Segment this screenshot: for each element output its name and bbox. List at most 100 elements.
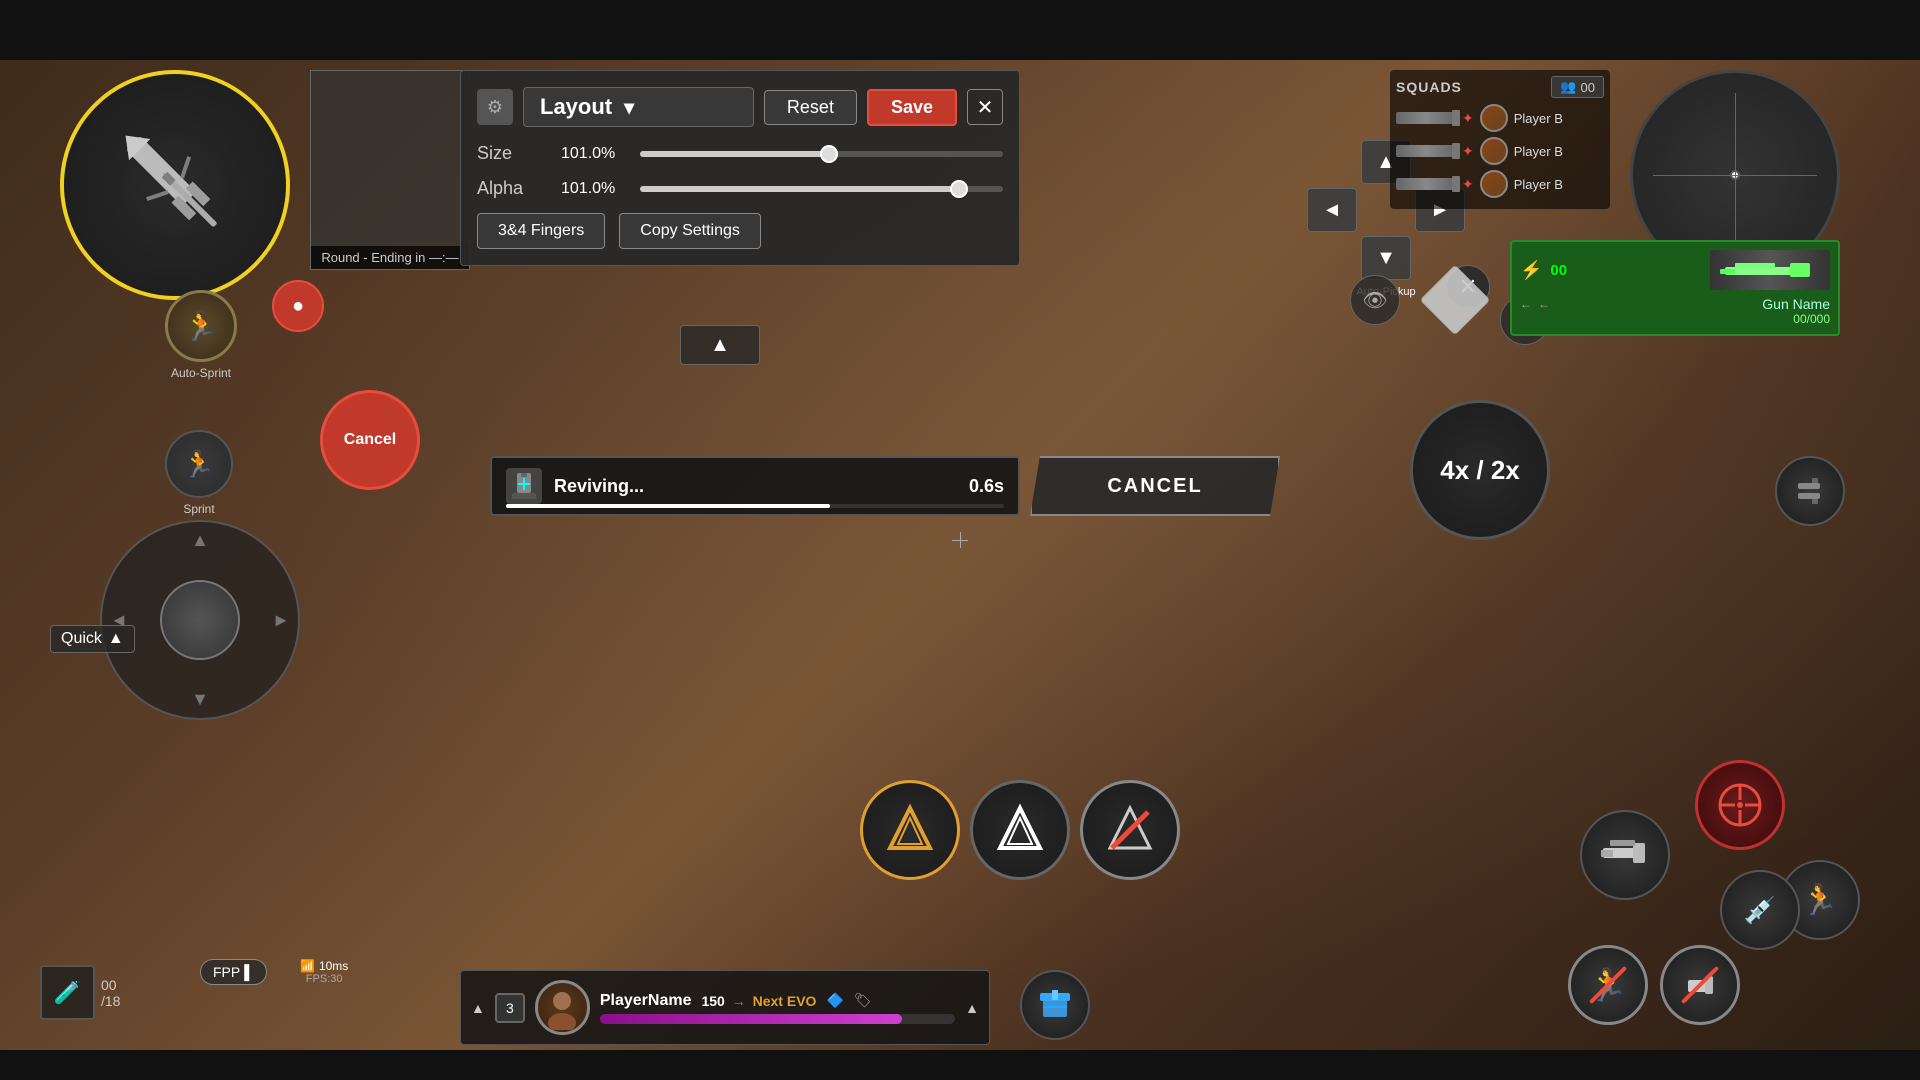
quick-up-icon: ▲ bbox=[108, 630, 124, 648]
apex-btn-2[interactable] bbox=[970, 780, 1070, 880]
squad-row-2: ✦ Player B bbox=[1396, 137, 1604, 165]
apex-btn-no[interactable] bbox=[1080, 780, 1180, 880]
quick-button[interactable]: Quick ▲ bbox=[50, 625, 135, 653]
cancel-game-button[interactable]: Cancel bbox=[320, 390, 420, 490]
revive-fill bbox=[506, 504, 830, 508]
size-slider[interactable] bbox=[640, 151, 1003, 157]
scope-multi-label: 4x / 2x bbox=[1440, 455, 1520, 486]
cancel-revive-label: CANCEL bbox=[1107, 475, 1202, 498]
joystick-area[interactable]: ◄ ► ▲ ▼ bbox=[100, 520, 300, 720]
evo-arrow: → bbox=[732, 993, 746, 1009]
alpha-fill bbox=[640, 186, 959, 192]
gun-display: ⚡ 00 ← ← Gun Name 00/000 bbox=[1510, 240, 1840, 336]
revive-bar: Reviving... 0.6s bbox=[490, 456, 1020, 516]
revive-icon bbox=[506, 468, 542, 504]
apex-buttons bbox=[860, 780, 1180, 880]
scope-multiplier[interactable]: 4x / 2x bbox=[1410, 400, 1550, 540]
action-btn-swap[interactable] bbox=[1775, 456, 1845, 526]
save-button[interactable]: Save bbox=[867, 89, 957, 126]
alpha-slider[interactable] bbox=[640, 186, 1003, 192]
size-label: Size bbox=[477, 143, 547, 164]
gun-display-header: ⚡ 00 bbox=[1520, 250, 1830, 290]
sprint-icon: 🏃 bbox=[184, 310, 219, 343]
supply-crate-button[interactable] bbox=[1020, 970, 1090, 1040]
cancel-revive-button[interactable]: CANCEL bbox=[1030, 456, 1280, 516]
preview-panel: Round - Ending in —:— bbox=[310, 70, 470, 270]
squad-name-1: Player B bbox=[1514, 111, 1563, 126]
size-slider-row: Size 101.0% bbox=[477, 143, 1003, 164]
squad-avatar-2 bbox=[1480, 137, 1508, 165]
fingers-button[interactable]: 3&4 Fingers bbox=[477, 213, 605, 249]
gun-name: Gun Name bbox=[1762, 296, 1830, 312]
auto-sprint-button[interactable]: 🏃 bbox=[165, 290, 237, 362]
round-ending-text: Round - Ending in —:— bbox=[311, 246, 469, 269]
cancel-label: Cancel bbox=[344, 431, 396, 449]
weapon-swap-button[interactable] bbox=[1580, 810, 1670, 900]
no-action-btn-2[interactable] bbox=[1660, 945, 1740, 1025]
red-crosshair-button[interactable] bbox=[1695, 760, 1785, 850]
sprint-label: Sprint bbox=[183, 502, 214, 516]
reset-button[interactable]: Reset bbox=[764, 90, 857, 125]
run-icon-2: 🏃 bbox=[1588, 966, 1628, 1004]
player-hp-fill bbox=[600, 1014, 902, 1024]
player-avatar bbox=[535, 980, 590, 1035]
alpha-value: 101.0% bbox=[561, 180, 626, 198]
no-action-buttons: 🏃 bbox=[1568, 945, 1740, 1025]
squads-icon: 👥 bbox=[1560, 79, 1576, 95]
sprint-icon-2: 🏃 bbox=[183, 449, 215, 480]
nav-down-button[interactable]: ▼ bbox=[1361, 236, 1411, 280]
top-bar bbox=[0, 0, 1920, 60]
layout-icon: ⚙ bbox=[477, 89, 513, 125]
layout-panel: ⚙ Layout ▾ Reset Save ✕ Size 101.0% Alph… bbox=[460, 70, 1020, 266]
nav-row-bottom: ▼ bbox=[1361, 236, 1411, 280]
eye-icon-glyph: 👁 bbox=[1362, 288, 1387, 313]
weapon-circle[interactable] bbox=[60, 70, 290, 300]
squads-count-value: 00 bbox=[1581, 80, 1595, 95]
sprint-button[interactable]: 🏃 bbox=[165, 430, 233, 498]
alpha-thumb[interactable] bbox=[950, 180, 968, 198]
close-button[interactable]: ✕ bbox=[967, 89, 1003, 125]
apex-btn-1[interactable] bbox=[860, 780, 960, 880]
squad-gun-2 bbox=[1396, 145, 1456, 157]
joystick-outer[interactable]: ◄ ► ▲ ▼ bbox=[100, 520, 300, 720]
squads-panel: SQUADS 👥 00 ✦ Player B ✦ Player B ✦ Play… bbox=[1390, 70, 1610, 209]
chevron-left-icon: ◄ bbox=[1322, 199, 1342, 222]
squad-damage-icon-2: ✦ bbox=[1462, 143, 1474, 160]
copy-settings-button[interactable]: Copy Settings bbox=[619, 213, 761, 249]
nav-left-button[interactable]: ◄ bbox=[1307, 188, 1357, 232]
inv-icon-1[interactable]: 🧪 bbox=[40, 965, 95, 1020]
inventory-br: 💉 bbox=[1720, 870, 1800, 950]
alpha-label: Alpha bbox=[477, 178, 547, 199]
eye-button[interactable]: 👁 bbox=[1350, 275, 1400, 325]
size-thumb[interactable] bbox=[820, 145, 838, 163]
squad-gun-1 bbox=[1396, 112, 1456, 124]
inventory-area: 🧪 00/18 bbox=[40, 965, 120, 1020]
layout-dropdown[interactable]: Layout ▾ bbox=[523, 87, 754, 127]
player-arrow-down-icon: ▲ bbox=[965, 1000, 979, 1016]
player-name-area: PlayerName 150 → Next EVO 🔷 🏷 bbox=[600, 992, 955, 1024]
player-name-row: PlayerName 150 → Next EVO 🔷 🏷 bbox=[600, 992, 955, 1010]
revive-text: Reviving... bbox=[554, 476, 957, 497]
squad-avatar-1 bbox=[1480, 104, 1508, 132]
inv-count-1: 00/18 bbox=[101, 977, 120, 1009]
squad-avatar-3 bbox=[1480, 170, 1508, 198]
gun-ammo: 00/000 bbox=[1793, 312, 1830, 326]
fpp-toggle[interactable]: FPP ▌ bbox=[200, 959, 267, 985]
gun-stat-val: 00 bbox=[1550, 262, 1567, 279]
no-action-btn-1[interactable]: 🏃 bbox=[1568, 945, 1648, 1025]
player-evo-info: 150 → Next EVO bbox=[701, 993, 816, 1009]
reticle-v bbox=[960, 532, 961, 548]
joystick-up-icon: ▲ bbox=[191, 530, 209, 551]
alpha-slider-row: Alpha 101.0% bbox=[477, 178, 1003, 199]
ping-value: 10ms bbox=[319, 959, 348, 973]
syringe-button[interactable]: 💉 bbox=[1720, 870, 1800, 950]
fpp-label: FPP bbox=[213, 964, 240, 980]
evo-icon: 🔷 bbox=[826, 992, 843, 1009]
player-hp-bar bbox=[600, 1014, 955, 1024]
squads-header: SQUADS 👥 00 bbox=[1396, 76, 1604, 98]
revive-progress bbox=[506, 504, 1004, 508]
grenade-button[interactable]: ● bbox=[272, 280, 324, 332]
panel-toggle-button[interactable]: ▲ bbox=[680, 325, 760, 365]
player-level: 3 bbox=[506, 1000, 514, 1016]
panel-chevron-icon: ▲ bbox=[710, 334, 730, 357]
